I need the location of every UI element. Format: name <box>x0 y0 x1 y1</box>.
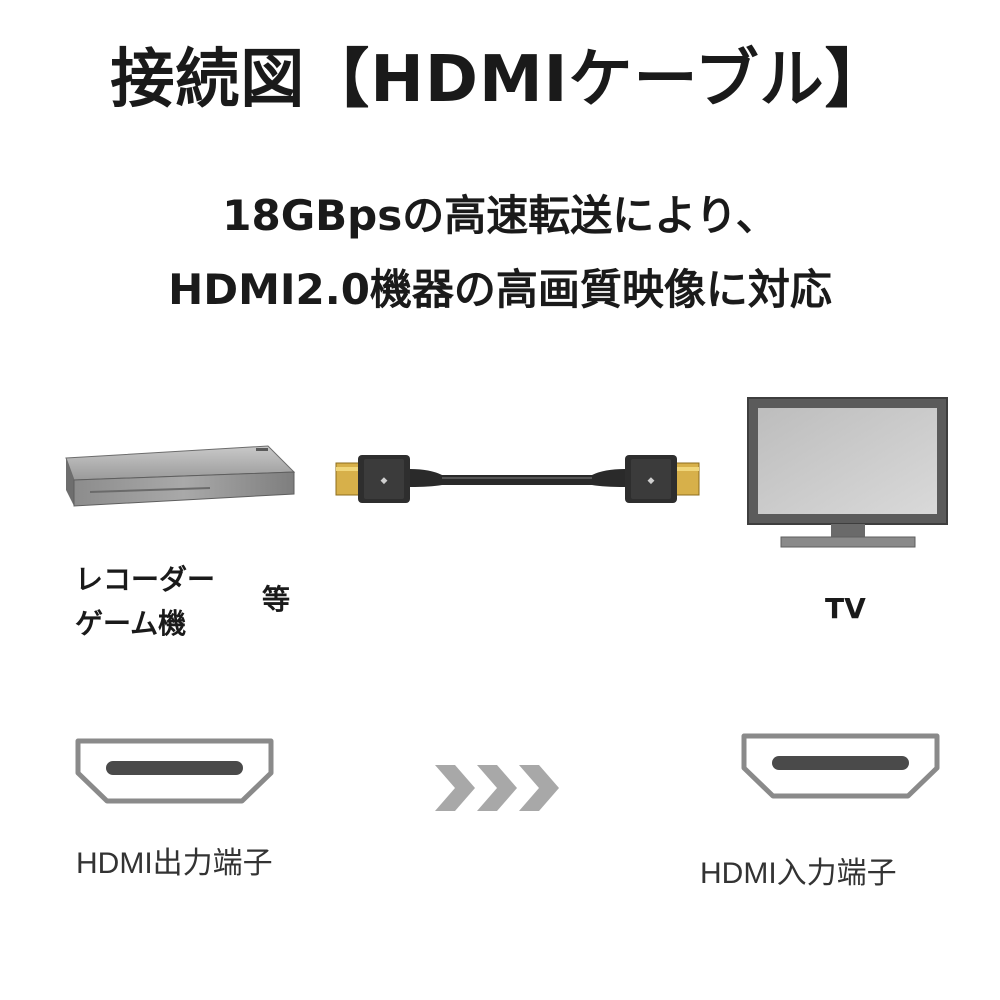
direction-arrows-icon <box>435 765 560 811</box>
hdmi-input-label: HDMI入力端子 <box>700 857 897 890</box>
hdmi-output-label: HDMI出力端子 <box>76 847 273 880</box>
hdmi-output-port-icon <box>72 735 277 807</box>
subtitle-line-2: HDMI2.0機器の高画質映像に対応 <box>168 265 832 314</box>
tv-icon <box>745 395 950 555</box>
subtitle-line-1: 18GBpsの高速転送により、 <box>222 191 778 240</box>
tv-label: TV <box>825 592 866 625</box>
hdmi-input-port-icon <box>738 730 943 802</box>
svg-text:◆: ◆ <box>381 476 388 486</box>
source-device-label-line-1: レコーダー <box>75 563 216 596</box>
source-device-suffix: 等 <box>262 583 291 616</box>
hdmi-cable-icon: ◆ ◆ <box>330 445 705 515</box>
page-title: 接続図【HDMIケーブル】 <box>110 43 890 117</box>
source-device-label-line-2: ゲーム機 <box>75 607 187 640</box>
svg-text:◆: ◆ <box>648 476 655 486</box>
recorder-icon <box>60 440 300 510</box>
